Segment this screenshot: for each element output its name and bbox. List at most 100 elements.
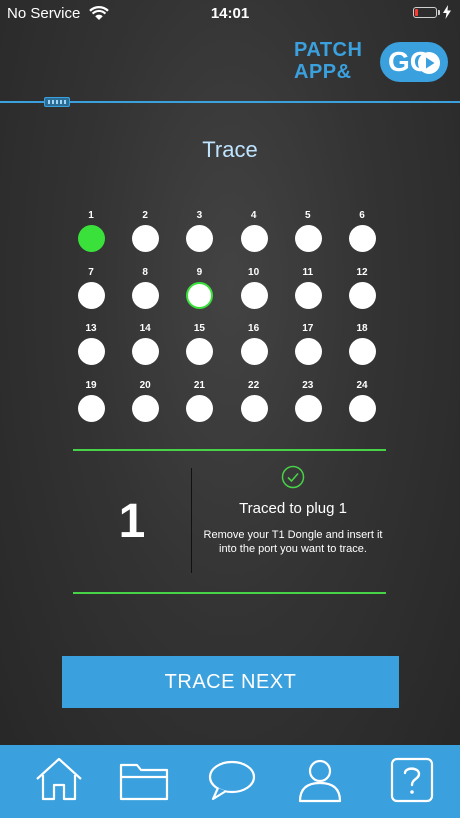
port-indicator: [186, 225, 214, 252]
port-number-label: 14: [139, 323, 151, 334]
port-14[interactable]: 14: [124, 323, 166, 365]
port-22[interactable]: 22: [233, 379, 275, 422]
port-number-label: 3: [196, 210, 203, 221]
charging-bolt-icon: [443, 5, 451, 19]
port-indicator: [294, 225, 322, 252]
port-number-label: 22: [248, 379, 260, 391]
port-indicator: [186, 394, 214, 422]
port-grid: 1 2 3 4 5 6 7 8 9 10 11 12 13 14 15 16 17 18 19 20 21 22 23 24: [70, 210, 388, 430]
port-indicator: [349, 338, 376, 365]
port-1[interactable]: 1: [70, 210, 112, 252]
port-8[interactable]: 8: [124, 266, 166, 309]
port-indicator: [78, 281, 105, 309]
port-indicator: [132, 281, 160, 309]
port-indicator: [78, 338, 105, 365]
port-number-label: 23: [302, 379, 314, 391]
port-9[interactable]: 9: [178, 266, 220, 309]
trace-status-text: Traced to plug 1: [239, 500, 347, 517]
port-indicator: [240, 394, 268, 422]
port-15[interactable]: 15: [178, 323, 220, 365]
status-bar: No Service 14:01: [0, 0, 460, 26]
port-24[interactable]: 24: [341, 379, 383, 422]
port-number-label: 2: [142, 210, 148, 221]
port-13[interactable]: 13: [70, 323, 112, 365]
port-3[interactable]: 3: [178, 210, 220, 252]
chat-bubble-icon: [208, 760, 256, 801]
check-circle-icon: [281, 465, 305, 489]
port-indicator: [132, 225, 160, 252]
port-18[interactable]: 18: [341, 323, 383, 365]
port-11[interactable]: 11: [287, 266, 329, 309]
clock: 14:01: [210, 5, 250, 22]
port-indicator: [78, 394, 105, 422]
port-12[interactable]: 12: [341, 266, 383, 309]
trace-result-panel: 1 Traced to plug 1 Remove your T1 Dongle…: [73, 452, 386, 592]
tab-chat[interactable]: [204, 755, 260, 807]
patch-app-go-logo: PATCH APP& GO: [292, 40, 452, 86]
folder-icon: [119, 763, 169, 801]
port-7[interactable]: 7: [70, 266, 112, 309]
port-number-label: 1: [88, 210, 94, 221]
port-number-label: 18: [356, 323, 368, 334]
tab-bar: [0, 745, 460, 818]
port-indicator: [240, 281, 268, 309]
port-2[interactable]: 2: [124, 210, 166, 252]
port-indicator: [186, 338, 214, 365]
port-indicator: [349, 281, 376, 309]
port-23[interactable]: 23: [287, 379, 329, 422]
port-number-label: 11: [302, 266, 314, 278]
port-indicator: [349, 394, 376, 422]
port-6[interactable]: 6: [341, 210, 383, 252]
battery-tip: [438, 10, 440, 15]
port-indicator: [294, 394, 322, 422]
logo-line-2: APP&: [294, 61, 352, 83]
port-number-label: 12: [356, 266, 368, 278]
home-icon: [36, 757, 82, 801]
port-indicator: [349, 225, 376, 252]
user-icon: [298, 759, 342, 803]
help-icon: [390, 757, 434, 803]
trace-next-button[interactable]: TRACE NEXT: [62, 656, 399, 708]
tab-folder[interactable]: [117, 755, 173, 807]
port-10[interactable]: 10: [233, 266, 275, 309]
port-indicator: [78, 225, 105, 252]
tab-home[interactable]: [31, 755, 87, 807]
port-number-label: 17: [302, 323, 314, 334]
port-number-label: 20: [139, 379, 151, 391]
port-number-label: 19: [85, 379, 97, 391]
port-21[interactable]: 21: [178, 379, 220, 422]
port-number-label: 8: [142, 266, 148, 278]
port-indicator: [294, 338, 322, 365]
tab-help[interactable]: [384, 755, 440, 807]
port-number-label: 16: [248, 323, 260, 334]
port-number-label: 4: [250, 210, 257, 221]
play-icon: [418, 52, 440, 74]
port-number-label: 21: [193, 379, 205, 391]
port-19[interactable]: 19: [70, 379, 112, 422]
port-number-label: 13: [85, 323, 97, 334]
result-top-divider: [73, 449, 386, 451]
result-bottom-divider: [73, 592, 386, 594]
battery-icon: [413, 7, 437, 18]
port-number-label: 9: [196, 266, 203, 278]
port-number-label: 5: [305, 210, 311, 221]
port-number-label: 7: [88, 266, 94, 278]
port-number-label: 6: [359, 210, 365, 221]
port-17[interactable]: 17: [287, 323, 329, 365]
result-vertical-divider: [191, 468, 192, 573]
traced-plug-number: 1: [118, 495, 146, 548]
dongle-icon: [44, 97, 70, 107]
port-16[interactable]: 16: [233, 323, 275, 365]
port-indicator: [132, 394, 160, 422]
port-indicator: [240, 225, 268, 252]
logo-line-1: PATCH: [294, 39, 363, 61]
port-5[interactable]: 5: [287, 210, 329, 252]
port-number-label: 10: [248, 266, 260, 278]
port-indicator: [132, 338, 160, 365]
port-4[interactable]: 4: [233, 210, 275, 252]
port-20[interactable]: 20: [124, 379, 166, 422]
trace-instruction: Remove your T1 Dongle and insert it into…: [203, 529, 383, 555]
port-number-label: 24: [356, 379, 368, 391]
port-number-label: 15: [193, 323, 205, 334]
tab-profile[interactable]: [292, 755, 348, 807]
